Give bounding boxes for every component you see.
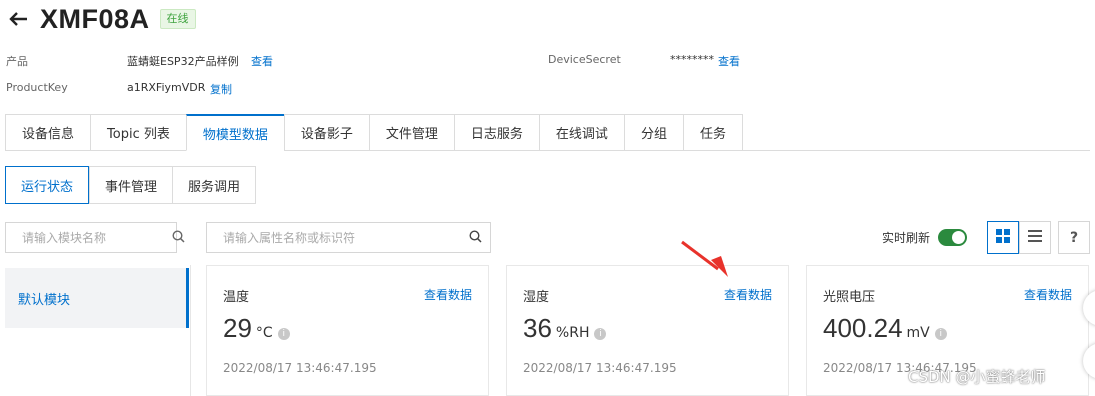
card-value: 29 °C i xyxy=(223,313,290,344)
productkey-copy-link[interactable]: 复制 xyxy=(210,81,232,97)
module-item-label: 默认模块 xyxy=(18,292,71,308)
search-icon[interactable] xyxy=(469,229,482,246)
realtime-refresh-label: 实时刷新 xyxy=(882,231,931,245)
tab-device-shadow[interactable]: 设备影子 xyxy=(283,114,369,151)
view-data-link[interactable]: 查看数据 xyxy=(724,286,772,303)
view-data-link[interactable]: 查看数据 xyxy=(424,286,472,303)
panel-divider xyxy=(190,265,191,396)
tab-topic-list[interactable]: Topic 列表 xyxy=(90,114,186,151)
tab-task[interactable]: 任务 xyxy=(682,114,743,151)
module-search-input[interactable] xyxy=(22,230,172,245)
module-item-default[interactable]: 默认模块 xyxy=(5,268,189,328)
productkey-label: ProductKey xyxy=(6,81,68,94)
card-number: 36 xyxy=(523,313,552,343)
list-icon xyxy=(1028,230,1042,245)
help-icon: ? xyxy=(1069,229,1079,246)
search-icon[interactable] xyxy=(172,229,185,246)
card-title: 光照电压 xyxy=(823,290,876,305)
product-view-link[interactable]: 查看 xyxy=(251,53,273,69)
page-title: XMF08A xyxy=(40,3,150,34)
subtab-running-status[interactable]: 运行状态 xyxy=(5,166,90,204)
list-view-button[interactable] xyxy=(1019,221,1051,254)
card-unit: °C xyxy=(255,325,273,341)
grid-icon xyxy=(996,229,1010,246)
annotation-arrow-icon xyxy=(681,240,728,277)
card-number: 400.24 xyxy=(823,313,903,343)
status-badge: 在线 xyxy=(159,9,196,29)
grid-view-button[interactable] xyxy=(987,221,1019,254)
card-unit: mV xyxy=(906,325,930,341)
tab-device-info[interactable]: 设备信息 xyxy=(5,114,91,151)
sub-tabs: 运行状态 事件管理 服务调用 xyxy=(5,166,257,204)
tab-log-service[interactable]: 日志服务 xyxy=(453,114,539,151)
view-data-link[interactable]: 查看数据 xyxy=(1024,286,1072,303)
product-value: 蓝蜻蜓ESP32产品样例 xyxy=(127,55,239,68)
page-header: XMF08A 在线 xyxy=(6,2,196,36)
realtime-refresh: 实时刷新 xyxy=(882,229,968,246)
property-search-box xyxy=(206,222,491,253)
card-value: 400.24 mV i xyxy=(823,313,947,344)
devicesecret-label: DeviceSecret xyxy=(548,53,621,66)
tab-group[interactable]: 分组 xyxy=(623,114,683,151)
info-icon[interactable]: i xyxy=(934,328,947,340)
property-search-input[interactable] xyxy=(223,230,469,245)
card-value: 36 %RH i xyxy=(523,313,607,344)
back-arrow-icon[interactable] xyxy=(6,7,30,31)
module-search-box xyxy=(5,222,185,253)
product-label: 产品 xyxy=(6,55,28,68)
watermark: CSDN @小蜜蜂老师 xyxy=(908,368,1046,386)
card-unit: %RH xyxy=(555,325,590,341)
help-button[interactable]: ? xyxy=(1058,221,1090,254)
property-card-temperature: 温度 查看数据 29 °C i 2022/08/17 13:46:47.195 xyxy=(206,265,489,396)
main-tabs: 设备信息 Topic 列表 物模型数据 设备影子 文件管理 日志服务 在线调试 … xyxy=(5,114,743,151)
tab-file-management[interactable]: 文件管理 xyxy=(368,114,454,151)
card-number: 29 xyxy=(223,313,252,343)
devicesecret-value: ******** xyxy=(670,53,714,66)
subtab-service-call[interactable]: 服务调用 xyxy=(172,166,257,204)
devicesecret-view-link[interactable]: 查看 xyxy=(718,53,740,69)
info-icon[interactable]: i xyxy=(594,328,607,340)
subtab-event-management[interactable]: 事件管理 xyxy=(89,166,173,204)
property-card-humidity: 湿度 查看数据 36 %RH i 2022/08/17 13:46:47.195 xyxy=(506,265,789,396)
info-icon[interactable]: i xyxy=(277,328,290,340)
realtime-refresh-toggle[interactable] xyxy=(938,229,968,246)
card-title: 温度 xyxy=(223,290,250,305)
tab-thing-model-data[interactable]: 物模型数据 xyxy=(185,114,284,151)
card-title: 湿度 xyxy=(523,290,550,305)
productkey-value: a1RXFiymVDR xyxy=(127,81,206,94)
card-timestamp: 2022/08/17 13:46:47.195 xyxy=(223,361,377,375)
card-timestamp: 2022/08/17 13:46:47.195 xyxy=(523,361,677,375)
tab-online-debug[interactable]: 在线调试 xyxy=(538,114,624,151)
